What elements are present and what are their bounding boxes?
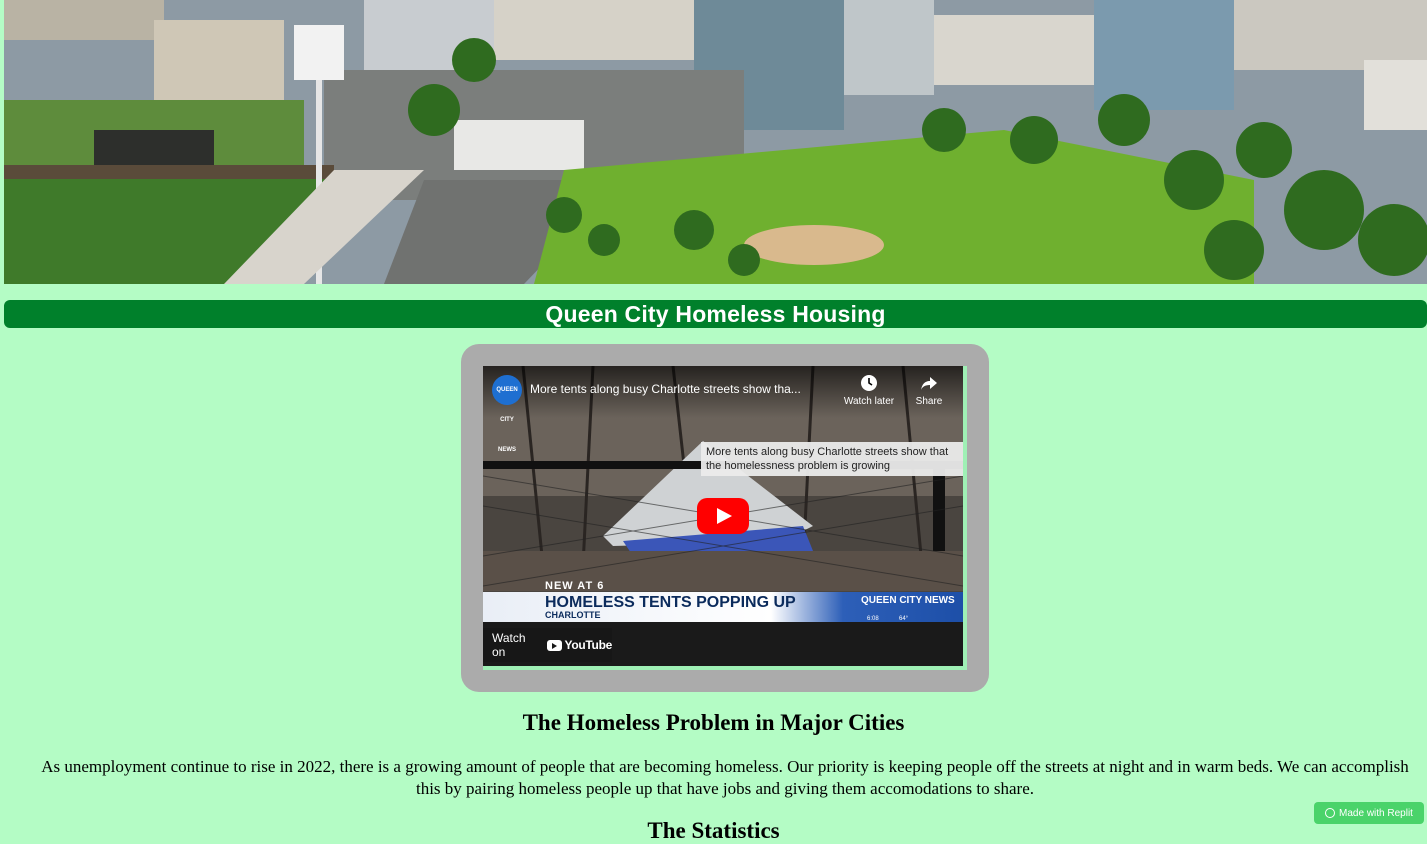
share-arrow-icon <box>899 374 959 396</box>
replit-badge-label: Made with Replit <box>1339 807 1413 819</box>
video-frame: QUEEN CITY NEWS More tents along busy Ch… <box>461 344 989 692</box>
replit-icon <box>1325 808 1336 818</box>
channel-logo[interactable]: QUEEN CITY NEWS <box>492 375 522 453</box>
news-brand: QUEEN CITY NEWS <box>861 595 955 606</box>
watch-on-label: Watch on <box>492 631 526 659</box>
youtube-label: YouTube <box>564 638 613 652</box>
youtube-logo-icon: YouTube <box>546 638 613 652</box>
statistics-heading: The Statistics <box>647 818 780 843</box>
play-icon[interactable] <box>697 498 749 534</box>
watch-later-button[interactable]: Watch later <box>839 374 899 407</box>
news-subline: CHARLOTTE <box>545 610 601 620</box>
news-time: 6:08 <box>867 616 879 622</box>
youtube-embed[interactable]: QUEEN CITY NEWS More tents along busy Ch… <box>483 366 967 670</box>
lower-third-tag: NEW AT 6 <box>545 580 605 592</box>
site-title: Queen City Homeless Housing <box>545 300 886 327</box>
watch-on-youtube-button[interactable]: Watch on YouTube <box>483 628 612 662</box>
share-label: Share <box>915 396 943 407</box>
site-title-bar: Queen City Homeless Housing <box>4 300 1427 328</box>
clock-icon <box>839 374 899 396</box>
news-lower-third: HOMELESS TENTS POPPING UP CHARLOTTE QUEE… <box>483 592 963 622</box>
city-skyline-illustration <box>4 0 1427 284</box>
share-button[interactable]: Share <box>899 374 959 407</box>
watch-later-label: Watch later <box>843 396 895 407</box>
intro-paragraph: As unemployment continue to rise in 2022… <box>41 757 1409 798</box>
section-heading: The Homeless Problem in Major Cities <box>522 710 905 735</box>
video-title-link[interactable]: More tents along busy Charlotte streets … <box>530 382 840 396</box>
news-temp: 64° <box>899 616 909 622</box>
made-with-replit-badge[interactable]: Made with Replit <box>1314 802 1424 824</box>
hero-image <box>4 0 1427 284</box>
video-title-tooltip: More tents along busy Charlotte streets … <box>701 442 963 476</box>
